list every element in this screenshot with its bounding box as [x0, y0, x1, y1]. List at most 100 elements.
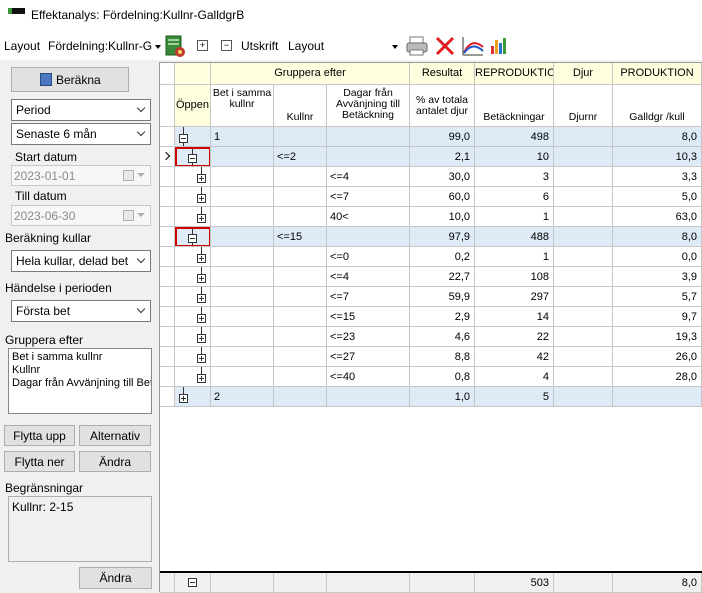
change-group-button[interactable]: Ändra [79, 451, 151, 472]
period-value-select[interactable]: Senaste 6 mån [11, 123, 151, 145]
change-limits-button[interactable]: Ändra [79, 567, 152, 589]
tree-expand-icon[interactable] [197, 194, 206, 203]
tree-collapse-icon[interactable] [188, 578, 197, 587]
cell-bet_count: 1 [475, 247, 554, 267]
dropdown-arrow-icon [155, 45, 161, 49]
header-animal[interactable]: Djur [554, 63, 613, 85]
cell-kullnr [274, 267, 327, 287]
current-row-marker-icon [161, 151, 171, 161]
header-repro[interactable]: REPRODUKTIO [475, 63, 554, 85]
cell-days [327, 387, 410, 407]
highlight-box [175, 147, 210, 166]
header-pct[interactable]: % av totala antalet djur [410, 85, 475, 127]
layout-settings-icon[interactable] [165, 34, 187, 58]
line-chart-icon[interactable] [461, 35, 485, 57]
limits-list[interactable]: Kullnr: 2-15 [8, 496, 152, 562]
footer-cell [327, 573, 410, 593]
tree-expand-icon[interactable] [197, 314, 206, 323]
list-item[interactable]: Bet i samma kullnr [9, 351, 151, 364]
collapse-all-button[interactable]: − [221, 40, 232, 51]
cell-bet_count: 42 [475, 347, 554, 367]
chevron-down-icon [136, 254, 146, 264]
cell-bet_count: 10 [475, 147, 554, 167]
cell-pct: 60,0 [410, 187, 475, 207]
calculate-button-label: Beräkna [56, 73, 101, 87]
tree-expand-icon[interactable] [197, 274, 206, 283]
tree-expand-icon[interactable] [179, 394, 188, 403]
cell-kullnr: <=15 [274, 227, 327, 247]
cell-days: <=7 [327, 287, 410, 307]
grid-corner [160, 85, 175, 127]
header-sow-nr[interactable]: Djurnr [554, 85, 613, 127]
cell-kullnr [274, 207, 327, 227]
end-date-field[interactable]: 2023-06-30 [11, 205, 151, 226]
move-up-button[interactable]: Flytta upp [4, 425, 75, 446]
tree-collapse-icon[interactable] [179, 134, 188, 143]
tree-connector [201, 207, 202, 214]
cell-bet_count: 108 [475, 267, 554, 287]
tree-connector [201, 347, 202, 354]
cell-gall: 9,7 [613, 307, 702, 327]
tree-expand-icon[interactable] [197, 334, 206, 343]
cell-bet_count: 498 [475, 127, 554, 147]
tree-expand-icon[interactable] [197, 354, 206, 363]
event-select[interactable]: Första bet [11, 300, 151, 322]
row-open-cell [175, 127, 211, 147]
header-bet-same[interactable]: Bet i samma kullnr [211, 85, 274, 127]
row-open-cell [175, 247, 211, 267]
row-open-cell [175, 387, 211, 407]
tree-expand-icon[interactable] [197, 374, 206, 383]
cell-days [327, 127, 410, 147]
cell-days: <=15 [327, 307, 410, 327]
group-by-list[interactable]: Bet i samma kullnr Kullnr Dagar från Avv… [8, 348, 152, 414]
header-kullnr[interactable]: Kullnr [274, 85, 327, 127]
header-result[interactable]: Resultat [410, 63, 475, 85]
print-layout-dropdown[interactable]: Layout [286, 36, 400, 56]
tree-expand-icon[interactable] [197, 294, 206, 303]
cell-kullnr [274, 127, 327, 147]
cell-gall [613, 387, 702, 407]
toolbar: Layout Fördelning:Kullnr-G + − Utskrift … [0, 32, 702, 60]
cell-gall: 5,0 [613, 187, 702, 207]
header-galldgr[interactable]: Galldgr /kull [613, 85, 702, 127]
alternative-button[interactable]: Alternativ [79, 425, 151, 446]
tree-expand-icon[interactable] [197, 174, 206, 183]
header-days[interactable]: Dagar från Avvänjning till Betäckning [327, 85, 410, 127]
cell-kullnr [274, 387, 327, 407]
cell-pct: 2,9 [410, 307, 475, 327]
cell-bet_count: 3 [475, 167, 554, 187]
results-grid: Öppen Gruppera efter Bet i samma kullnr … [159, 62, 702, 593]
cell-days: <=0 [327, 247, 410, 267]
expand-all-button[interactable]: + [197, 40, 208, 51]
printer-icon[interactable] [405, 35, 429, 57]
cell-pct: 1,0 [410, 387, 475, 407]
cell-gall: 8,0 [613, 127, 702, 147]
footer-cell [160, 573, 175, 593]
layout-dropdown[interactable]: Fördelning:Kullnr-G [46, 36, 164, 56]
header-open[interactable]: Öppen [175, 85, 211, 127]
header-production[interactable]: PRODUKTION [613, 63, 702, 85]
chevron-down-icon [136, 304, 146, 314]
list-item[interactable]: Kullnr [9, 364, 151, 377]
list-item[interactable]: Dagar från Avvänjning till Betäckning [9, 377, 151, 390]
litter-calc-select[interactable]: Hela kullar, delad bet [11, 250, 151, 272]
tree-expand-icon[interactable] [197, 214, 206, 223]
limits-label: Begränsningar [5, 481, 84, 495]
header-group-by[interactable]: Gruppera efter [211, 63, 410, 85]
cell-days [327, 227, 410, 247]
row-indicator [160, 327, 175, 347]
tree-expand-icon[interactable] [197, 254, 206, 263]
row-open-cell [175, 267, 211, 287]
calculate-button[interactable]: Beräkna [11, 67, 129, 92]
cell-sow [554, 127, 613, 147]
period-type-select[interactable]: Period [11, 99, 151, 121]
header-matings[interactable]: Betäckningar [475, 85, 554, 127]
start-date-field[interactable]: 2023-01-01 [11, 165, 151, 186]
bar-chart-icon[interactable] [489, 36, 509, 56]
chevron-down-icon [136, 103, 146, 113]
close-red-x-icon[interactable] [434, 35, 456, 57]
move-down-button[interactable]: Flytta ner [4, 451, 75, 472]
cell-bet [211, 247, 274, 267]
row-indicator [160, 187, 175, 207]
cell-days: 40< [327, 207, 410, 227]
